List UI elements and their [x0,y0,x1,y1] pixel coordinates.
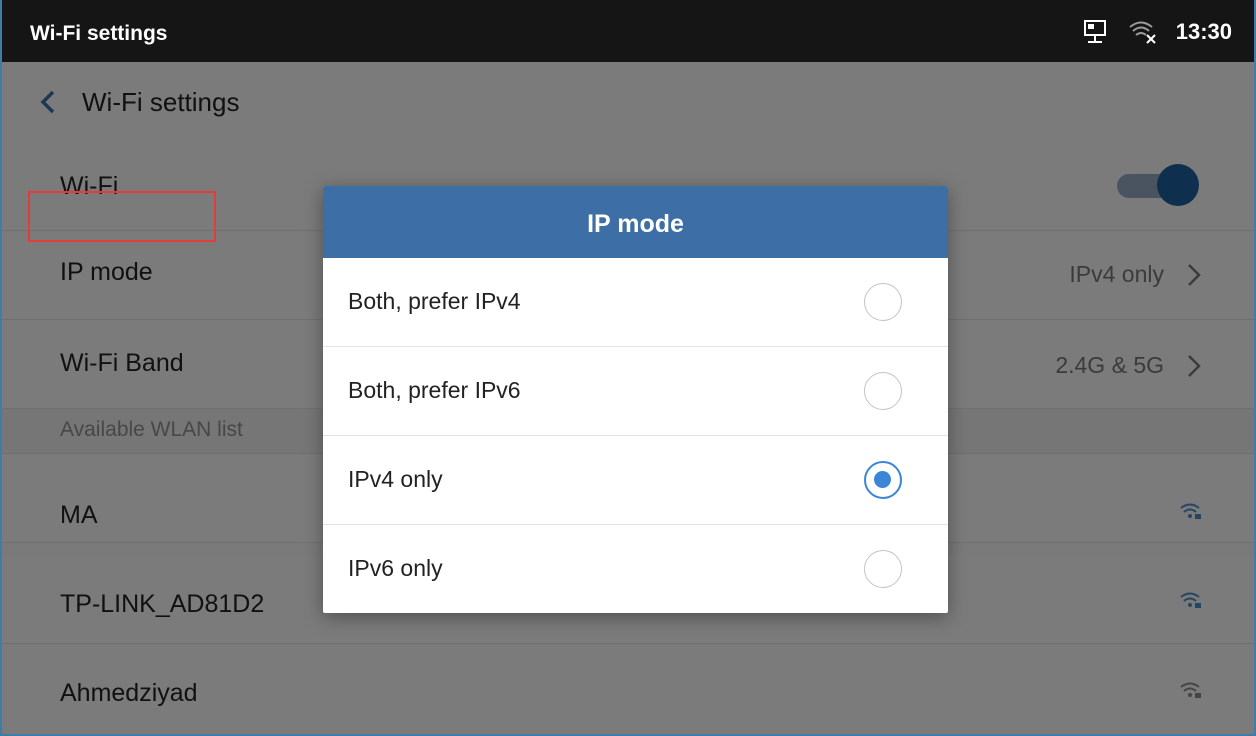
device-screen: Wi-Fi settings 13:30 IP mode Both, prefe… [0,0,1256,736]
dialog-title: IP mode [587,210,684,238]
option-label: IPv6 only [348,555,443,581]
option-ipv4-only[interactable]: IPv4 only [323,436,948,525]
ip-mode-dialog: IP mode Both, prefer IPv4 Both, prefer I… [323,186,948,613]
wifi-off-icon [1128,18,1158,46]
radio-button[interactable] [864,550,902,588]
option-label: Both, prefer IPv4 [348,288,521,314]
radio-button[interactable] [864,372,902,410]
option-ipv6-only[interactable]: IPv6 only [323,525,948,613]
network-icon [1080,18,1110,46]
radio-button-selected[interactable] [864,461,902,499]
option-label: Both, prefer IPv6 [348,377,521,403]
ip-mode-highlight-box [28,191,216,242]
status-bar: Wi-Fi settings 13:30 [2,0,1254,62]
status-clock: 13:30 [1175,19,1232,44]
option-both-prefer-ipv6[interactable]: Both, prefer IPv6 [323,347,948,436]
radio-button[interactable] [864,283,902,321]
option-both-prefer-ipv4[interactable]: Both, prefer IPv4 [323,258,948,347]
dialog-header: IP mode [323,186,948,258]
status-bar-right: 13:30 [1080,17,1232,47]
status-bar-title: Wi-Fi settings [30,22,168,45]
option-label: IPv4 only [348,466,443,492]
